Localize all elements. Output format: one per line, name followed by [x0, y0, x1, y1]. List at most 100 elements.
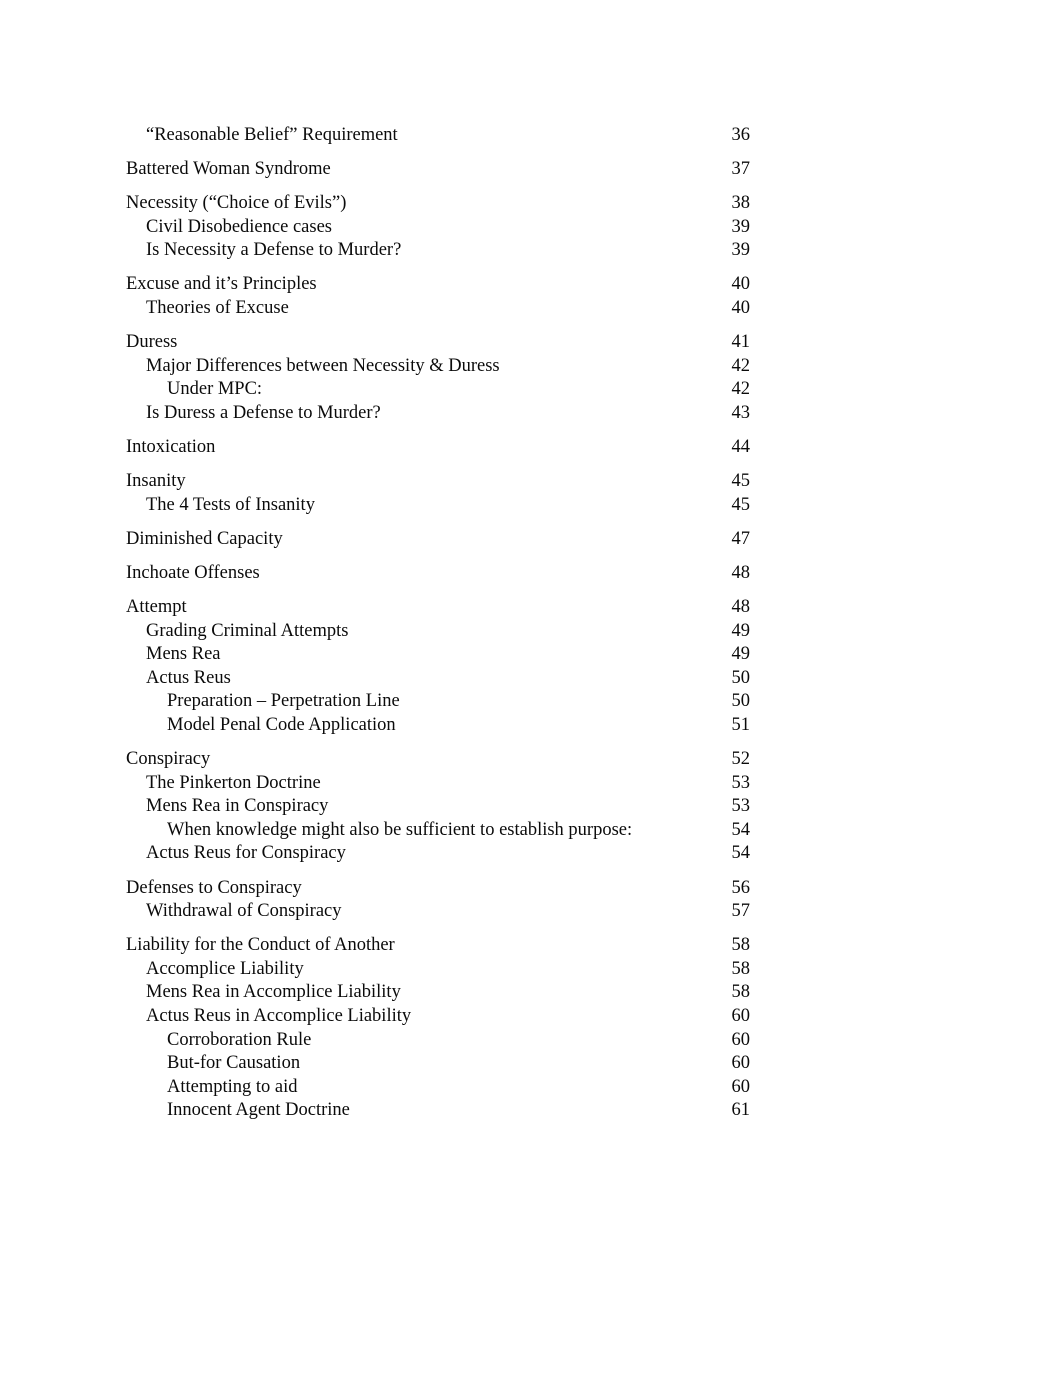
- toc-entry-page-number: 40: [731, 298, 751, 319]
- toc-entry[interactable]: Civil Disobedience cases 39: [126, 216, 750, 240]
- toc-entry-label: Inchoate Offenses: [126, 562, 260, 583]
- toc-entry[interactable]: Major Differences between Necessity & Du…: [126, 355, 750, 379]
- toc-entry-label: Excuse and it’s Principles: [126, 274, 317, 295]
- toc-entry[interactable]: Defenses to Conspiracy 56: [126, 877, 750, 901]
- toc-entry-page-number: 61: [731, 1100, 751, 1121]
- toc-entry-page-number: 39: [731, 240, 751, 261]
- toc-entry-page-number: 54: [731, 843, 751, 864]
- toc-entry[interactable]: Innocent Agent Doctrine 61: [126, 1099, 750, 1123]
- toc-entry[interactable]: Mens Rea in Accomplice Liability 58: [126, 981, 750, 1005]
- toc-entry-label: Model Penal Code Application: [167, 714, 396, 735]
- toc-entry-label: When knowledge might also be sufficient …: [167, 819, 633, 840]
- toc-entry-page-number: 48: [731, 562, 751, 583]
- toc-entry-page-number: 47: [731, 528, 751, 549]
- toc-entry-label: Is Duress a Defense to Murder?: [146, 402, 381, 423]
- toc-entry[interactable]: The Pinkerton Doctrine 53: [126, 772, 750, 796]
- toc-entry-label: Insanity: [126, 471, 186, 492]
- toc-entry[interactable]: Accomplice Liability 58: [126, 958, 750, 982]
- toc-entry-page-number: 43: [731, 402, 751, 423]
- toc-entry-label: Mens Rea in Accomplice Liability: [146, 982, 401, 1003]
- toc-entry-label: Theories of Excuse: [146, 298, 289, 319]
- toc-entry-page-number: 39: [731, 216, 751, 237]
- toc-entry[interactable]: Is Necessity a Defense to Murder? 39: [126, 239, 750, 263]
- toc-entry-page-number: 54: [731, 819, 751, 840]
- toc-entry-label: Defenses to Conspiracy: [126, 877, 302, 898]
- toc-entry[interactable]: Actus Reus for Conspiracy 54: [126, 842, 750, 866]
- toc-entry[interactable]: Is Duress a Defense to Murder? 43: [126, 402, 750, 426]
- toc-entry-label: Mens Rea in Conspiracy: [146, 796, 329, 817]
- toc-entry[interactable]: Withdrawal of Conspiracy 57: [126, 900, 750, 924]
- toc-entry-label: Intoxication: [126, 437, 216, 458]
- toc-entry-label: Actus Reus in Accomplice Liability: [146, 1006, 412, 1026]
- document-page: “Reasonable Belief” Requirement 36 Battere…: [0, 0, 1062, 1376]
- toc-entry[interactable]: Theories of Excuse 40: [126, 297, 750, 321]
- toc-entry[interactable]: “Reasonable Belief” Requirement 36: [126, 124, 750, 148]
- toc-entry[interactable]: Excuse and it’s Principles 40: [126, 273, 750, 297]
- toc-entry-page-number: 41: [731, 332, 751, 353]
- toc-entry-page-number: 45: [731, 494, 751, 515]
- toc-entry[interactable]: Diminished Capacity 47: [126, 528, 750, 552]
- toc-entry[interactable]: Mens Rea 49: [126, 643, 750, 667]
- toc-entry[interactable]: The 4 Tests of Insanity 45: [126, 494, 750, 518]
- toc-entry-page-number: 58: [731, 958, 751, 979]
- toc-entry-page-number: 58: [731, 982, 751, 1003]
- toc-entry-page-number: 45: [731, 471, 751, 492]
- toc-entry[interactable]: Inchoate Offenses 48: [126, 562, 750, 586]
- toc-entry[interactable]: Under MPC: 42: [126, 378, 750, 402]
- toc-entry-label: Innocent Agent Doctrine: [167, 1100, 350, 1121]
- toc-entry-label: Preparation – Perpetration Line: [167, 691, 400, 712]
- toc-entry-page-number: 42: [731, 355, 751, 376]
- toc-entry[interactable]: Intoxication 44: [126, 436, 750, 460]
- toc-entry-page-number: 37: [731, 159, 751, 180]
- toc-entry[interactable]: Conspiracy 52: [126, 748, 750, 772]
- toc-entry[interactable]: Attempting to aid 60: [126, 1076, 750, 1100]
- toc-entry-page-number: 58: [731, 935, 751, 956]
- toc-entry-page-number: 53: [731, 772, 751, 793]
- toc-entry-label: Liability for the Conduct of Another: [126, 935, 395, 956]
- toc-entry[interactable]: Model Penal Code Application 51: [126, 714, 750, 738]
- toc-entry[interactable]: Insanity 45: [126, 470, 750, 494]
- toc-entry-label: “Reasonable Belief” Requirement: [146, 125, 398, 145]
- toc-entry-label: Corroboration Rule: [167, 1029, 312, 1050]
- toc-entry-label: Grading Criminal Attempts: [146, 620, 349, 641]
- toc-entry[interactable]: Necessity (“Choice of Evils”) 38: [126, 192, 750, 216]
- toc-entry-page-number: 38: [731, 193, 751, 214]
- toc-entry[interactable]: Corroboration Rule 60: [126, 1029, 750, 1053]
- toc-entry-page-number: 60: [731, 1076, 751, 1097]
- toc-entry-page-number: 60: [731, 1029, 751, 1050]
- toc-entry-label: Duress: [126, 332, 178, 353]
- toc-entry[interactable]: Preparation – Perpetration Line 50: [126, 690, 750, 714]
- toc-entry-label: Withdrawal of Conspiracy: [146, 901, 342, 922]
- toc-entry[interactable]: Battered Woman Syndrome 37: [126, 158, 750, 182]
- toc-entry-page-number: 49: [731, 620, 751, 641]
- toc-entry-label: Is Necessity a Defense to Murder?: [146, 240, 402, 261]
- toc-entry-page-number: 50: [731, 667, 751, 688]
- toc-entry-page-number: 42: [731, 379, 751, 400]
- toc-entry-page-number: 57: [731, 901, 751, 922]
- toc-entry-page-number: 36: [731, 125, 751, 145]
- toc-entry-label: Under MPC:: [167, 379, 263, 400]
- toc-entry[interactable]: Duress 41: [126, 331, 750, 355]
- toc-entry[interactable]: Actus Reus in Accomplice Liability 60: [126, 1005, 750, 1029]
- toc-entry-page-number: 60: [731, 1053, 751, 1074]
- toc-entry[interactable]: Attempt 48: [126, 596, 750, 620]
- toc-entry-label: Actus Reus: [146, 667, 231, 688]
- toc-entry-page-number: 49: [731, 644, 751, 665]
- toc-entry-label: Battered Woman Syndrome: [126, 159, 331, 180]
- toc-entry-page-number: 44: [731, 437, 751, 458]
- toc-entry-label: Mens Rea: [146, 644, 221, 665]
- table-of-contents: “Reasonable Belief” Requirement 36 Battere…: [126, 124, 750, 1123]
- toc-entry-label: Accomplice Liability: [146, 958, 304, 979]
- toc-entry[interactable]: But-for Causation 60: [126, 1052, 750, 1076]
- toc-entry-label: But-for Causation: [167, 1053, 301, 1074]
- toc-entry[interactable]: Actus Reus 50: [126, 667, 750, 691]
- toc-entry[interactable]: Liability for the Conduct of Another 58: [126, 934, 750, 958]
- toc-entry-page-number: 52: [731, 749, 751, 770]
- toc-entry-label: Conspiracy: [126, 749, 211, 770]
- toc-entry-page-number: 48: [731, 597, 751, 617]
- toc-entry[interactable]: Grading Criminal Attempts 49: [126, 620, 750, 644]
- toc-entry[interactable]: When knowledge might also be sufficient …: [126, 819, 750, 843]
- toc-entry-label: Civil Disobedience cases: [146, 216, 332, 237]
- toc-entry-label: Major Differences between Necessity & Du…: [146, 355, 500, 376]
- toc-entry[interactable]: Mens Rea in Conspiracy 53: [126, 795, 750, 819]
